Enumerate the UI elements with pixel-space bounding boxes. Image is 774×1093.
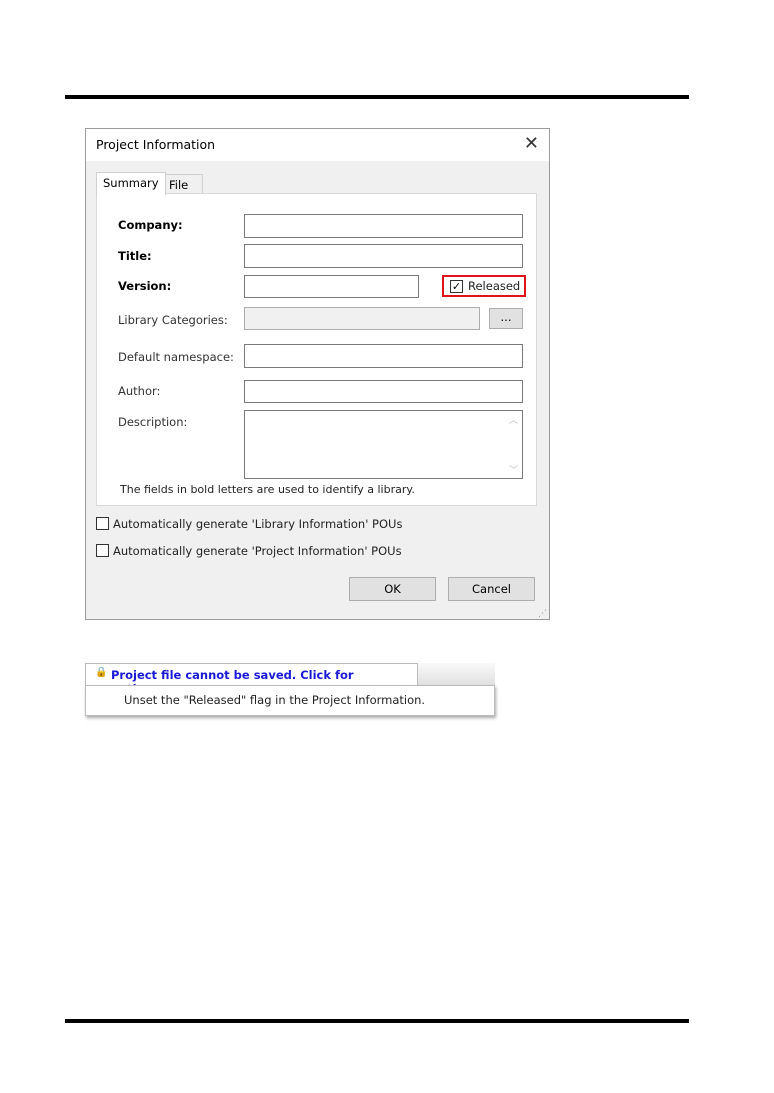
browse-categories-button[interactable]: ...	[489, 308, 523, 329]
project-information-dialog: Project Information ✕ Summary File Compa…	[85, 128, 550, 620]
title-bar: Project Information ✕	[86, 129, 549, 161]
notification-header[interactable]: 🔒 Project file cannot be saved. Click fo…	[85, 663, 418, 696]
dialog-title: Project Information	[96, 137, 216, 152]
version-label: Version:	[118, 279, 172, 293]
version-input[interactable]	[244, 275, 419, 298]
description-label: Description:	[118, 415, 188, 429]
library-categories-label: Library Categories:	[118, 313, 228, 327]
cancel-button[interactable]: Cancel	[448, 577, 535, 601]
summary-panel: Company: Title: Version: ✓ Released Libr…	[96, 193, 537, 506]
notification-bar-bg	[418, 663, 495, 686]
default-namespace-input[interactable]	[244, 344, 523, 368]
title-label: Title:	[118, 249, 152, 263]
close-icon[interactable]: ✕	[524, 133, 539, 154]
scroll-up-icon[interactable]: ︿	[509, 413, 518, 426]
notification-menu: Unset the "Released" flag in the Project…	[85, 685, 495, 716]
scroll-down-icon[interactable]: ﹀	[509, 463, 518, 476]
library-info-checkbox[interactable]	[96, 517, 109, 530]
description-textarea[interactable]: ︿ ﹀	[244, 410, 523, 479]
released-label: Released	[468, 279, 521, 293]
project-info-checkbox[interactable]	[96, 544, 109, 557]
library-categories-input	[244, 307, 480, 330]
lock-icon: 🔒	[95, 667, 108, 678]
library-info-label: Automatically generate 'Library Informat…	[113, 517, 403, 531]
resize-grip-icon[interactable]: ⋰	[538, 609, 547, 619]
header-rule	[65, 95, 689, 99]
title-input[interactable]	[244, 244, 523, 268]
author-label: Author:	[118, 384, 161, 398]
company-input[interactable]	[244, 214, 523, 238]
unset-released-option[interactable]: Unset the "Released" flag in the Project…	[124, 693, 425, 707]
tab-file[interactable]: File	[162, 174, 203, 195]
released-checkbox[interactable]: ✓	[450, 280, 463, 293]
project-info-label: Automatically generate 'Project Informat…	[113, 544, 402, 558]
bold-fields-note: The fields in bold letters are used to i…	[120, 483, 415, 496]
default-namespace-label: Default namespace:	[118, 350, 234, 364]
save-notification: 🔒 Project file cannot be saved. Click fo…	[85, 663, 495, 717]
footer-rule	[65, 1019, 689, 1023]
company-label: Company:	[118, 218, 183, 232]
ok-button[interactable]: OK	[349, 577, 436, 601]
tab-summary[interactable]: Summary	[96, 172, 166, 195]
author-input[interactable]	[244, 380, 523, 403]
released-highlight: ✓ Released	[442, 275, 526, 297]
